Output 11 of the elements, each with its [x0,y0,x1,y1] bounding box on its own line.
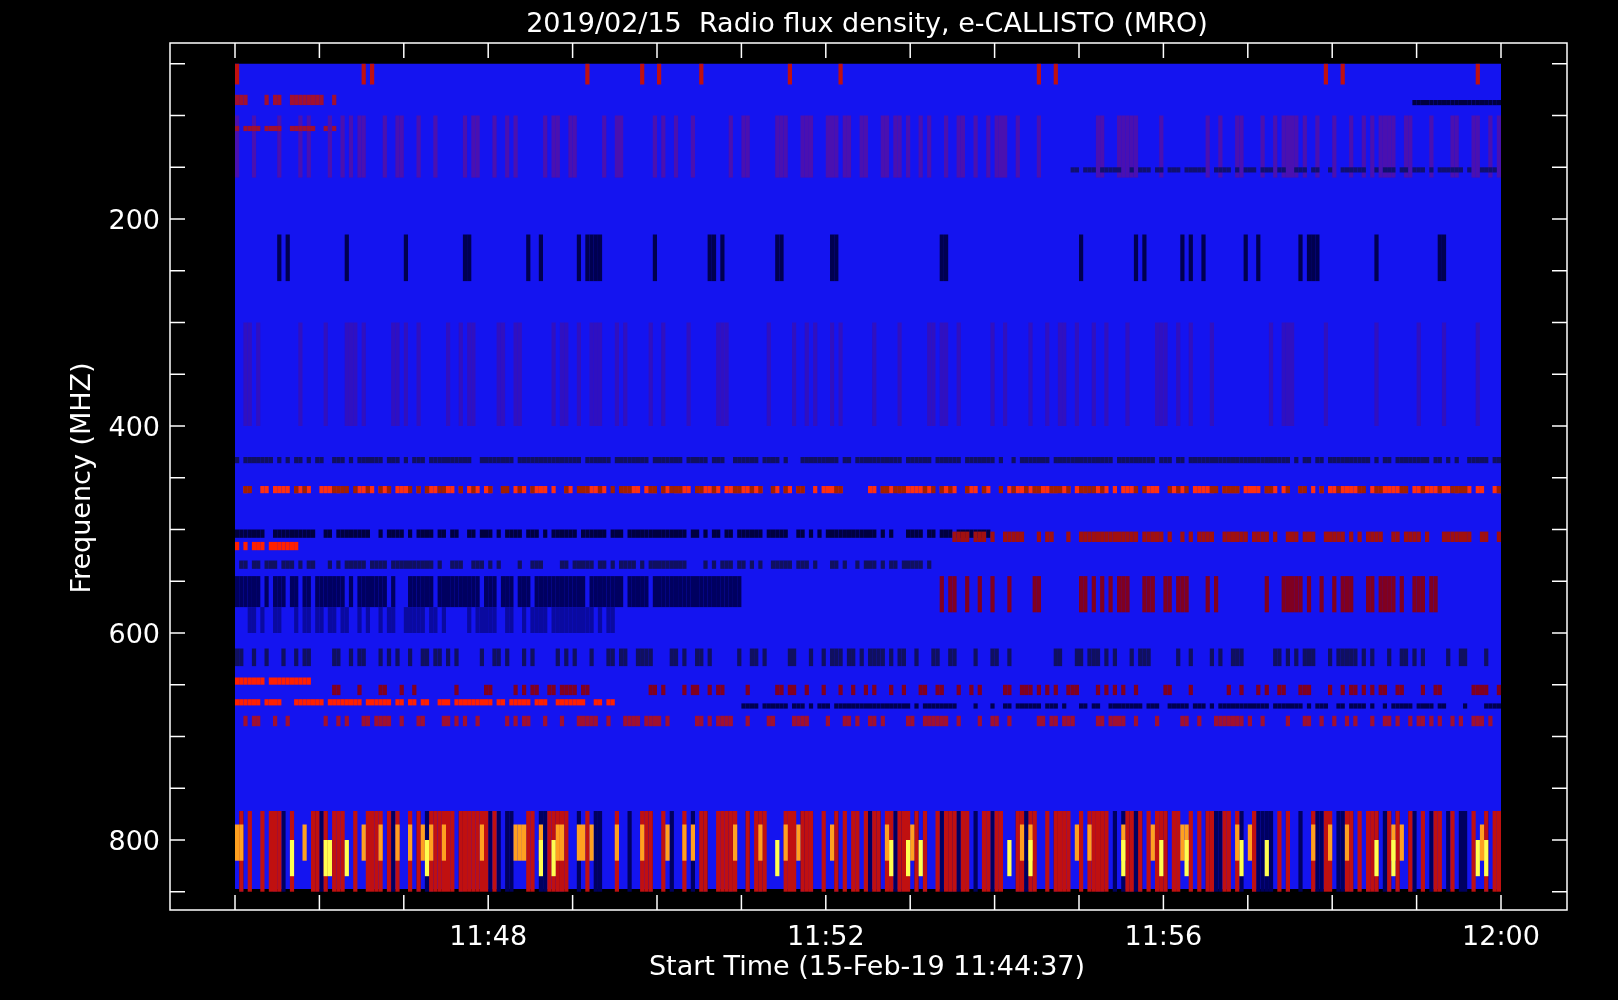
y-tick-label: 400 [108,411,160,442]
x-tick-label: 12:00 [1462,920,1540,951]
chart-title: 2019/02/15 Radio flux density, e-CALLISTO (MRO) [526,7,1208,38]
x-tick-label: 11:48 [449,920,528,951]
x-tick-label: 11:56 [1124,920,1203,951]
y-tick-label: 600 [108,618,160,649]
y-tick-label: 800 [108,825,160,856]
x-tick-label: 11:52 [786,920,865,951]
y-axis-title: Frequency (MHZ) [65,362,96,594]
x-axis-title: Start Time (15-Feb-19 11:44:37) [648,950,1086,981]
y-tick-label: 200 [108,204,160,235]
